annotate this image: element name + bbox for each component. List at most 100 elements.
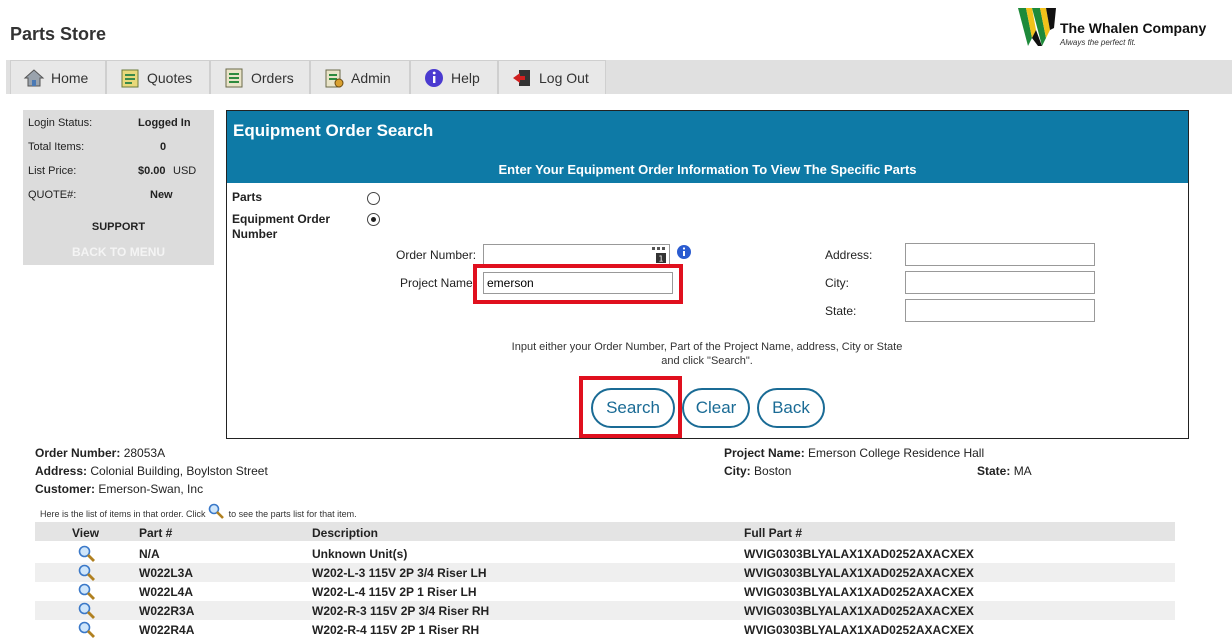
nav-help-label: Help	[451, 69, 480, 86]
option-parts-radio[interactable]	[367, 192, 380, 205]
order-items-note: Here is the list of items in that order.…	[40, 503, 357, 519]
equipment-order-search-panel: Equipment Order Search Enter Your Equipm…	[226, 110, 1189, 439]
view-item-icon[interactable]	[78, 583, 96, 600]
city-info-label: City:	[724, 464, 751, 478]
table-row: W022L4A W202-L-4 115V 2P 1 Riser LH WVIG…	[35, 582, 1175, 601]
city-label: City:	[825, 276, 849, 290]
state-label: State:	[825, 304, 857, 318]
view-item-icon[interactable]	[78, 545, 96, 562]
row-description: W202-L-4 115V 2P 1 Riser LH	[312, 585, 477, 599]
nav-logout-label: Log Out	[539, 69, 589, 86]
total-items-value: 0	[160, 141, 167, 153]
address-info: Address: Colonial Building, Boylston Str…	[35, 464, 268, 478]
nav-help[interactable]: Help	[410, 60, 498, 94]
info-icon[interactable]	[676, 244, 692, 260]
nav-quotes-label: Quotes	[147, 69, 193, 86]
option-equipment-label: Equipment Order Number	[232, 212, 331, 241]
nav-quotes[interactable]: Quotes	[106, 60, 210, 94]
total-items-row: Total Items: 0	[28, 141, 209, 157]
nav-home[interactable]: Home	[10, 60, 106, 94]
clear-button[interactable]: Clear	[682, 388, 750, 428]
login-status-row: Login Status: Logged In	[28, 117, 209, 133]
nav-home-label: Home	[51, 69, 89, 86]
whalen-logo-icon	[1018, 8, 1056, 46]
total-items-label: Total Items:	[28, 141, 85, 153]
panel-title: Equipment Order Search	[233, 121, 434, 140]
city-info-value: Boston	[754, 464, 792, 478]
order-number-input[interactable]	[483, 244, 670, 265]
option-parts-label: Parts	[232, 190, 263, 204]
back-button[interactable]: Back	[757, 388, 825, 428]
quote-value: New	[150, 189, 173, 201]
address-label: Address:	[825, 248, 873, 262]
home-icon	[23, 68, 45, 86]
search-hint-line2: and click "Search".	[661, 355, 753, 367]
panel-header: Equipment Order Search Enter Your Equipm…	[227, 111, 1188, 183]
quotes-icon	[121, 69, 139, 87]
row-part: W022L4A	[139, 585, 194, 599]
project-name-info: Project Name: Emerson College Residence …	[724, 446, 984, 460]
row-description: Unknown Unit(s)	[312, 547, 408, 561]
svg-text:1: 1	[658, 255, 663, 264]
city-input[interactable]	[905, 271, 1095, 294]
order-items-note-before: Here is the list of items in that order.…	[40, 509, 206, 519]
orders-icon	[225, 68, 243, 87]
quote-label: QUOTE#:	[28, 189, 77, 201]
order-number-lookup-icon[interactable]: 1	[651, 246, 667, 264]
back-to-menu-link[interactable]: BACK TO MENU	[23, 245, 214, 259]
nav-orders-label: Orders	[251, 69, 294, 86]
list-price-row: List Price: $0.00 USD	[28, 165, 209, 181]
row-description: W202-R-4 115V 2P 1 Riser RH	[312, 623, 480, 637]
row-part: W022R4A	[139, 623, 195, 637]
table-row: N/A Unknown Unit(s) WVIG0303BLYALAX1XAD0…	[35, 544, 1175, 563]
main-navbar: Home Quotes Orders Admin Help Log Out	[6, 60, 1232, 94]
table-row: W022L3A W202-L-3 115V 2P 3/4 Riser LH WV…	[35, 563, 1175, 582]
state-info-value: MA	[1013, 464, 1032, 478]
header-view: View	[72, 526, 100, 540]
row-description: W202-L-3 115V 2P 3/4 Riser LH	[312, 566, 487, 580]
account-sidebar: Login Status: Logged In Total Items: 0 L…	[23, 110, 214, 265]
page-title: Parts Store	[10, 24, 107, 44]
logout-icon	[513, 69, 530, 86]
order-items-note-after: to see the parts list for that item.	[228, 509, 357, 519]
list-price-value: $0.00	[138, 165, 166, 177]
order-number-info-value: 28053A	[123, 446, 166, 460]
company-tagline: Always the perfect fit.	[1060, 38, 1137, 47]
nav-admin[interactable]: Admin	[310, 60, 410, 94]
search-hint-line1: Input either your Order Number, Part of …	[511, 341, 903, 353]
order-number-info-label: Order Number:	[35, 446, 121, 460]
search-button[interactable]: Search	[591, 388, 675, 428]
support-link[interactable]: SUPPORT	[23, 221, 214, 233]
project-name-info-value: Emerson College Residence Hall	[808, 446, 985, 460]
company-logo: The Whalen Company Always the perfect fi…	[1018, 8, 1208, 48]
address-input[interactable]	[905, 243, 1095, 266]
view-item-icon[interactable]	[78, 602, 96, 619]
address-info-value: Colonial Building, Boylston Street	[90, 464, 268, 478]
state-input[interactable]	[905, 299, 1095, 322]
nav-orders[interactable]: Orders	[210, 60, 310, 94]
company-name: The Whalen Company	[1060, 20, 1207, 36]
project-name-info-label: Project Name:	[724, 446, 805, 460]
login-status-value: Logged In	[138, 117, 191, 129]
row-full-part: WVIG0303BLYALAX1XAD0252AXACXEX	[744, 547, 974, 561]
order-number-label: Order Number:	[396, 248, 477, 262]
header-description: Description	[312, 526, 379, 540]
magnifier-icon	[208, 503, 224, 519]
view-item-icon[interactable]	[78, 564, 96, 581]
order-number-info: Order Number: 28053A	[35, 446, 165, 460]
state-info: State: MA	[977, 464, 1032, 478]
help-icon	[425, 68, 443, 87]
nav-logout[interactable]: Log Out	[498, 60, 606, 94]
customer-info-label: Customer:	[35, 482, 96, 496]
nav-admin-label: Admin	[351, 69, 391, 86]
table-header-row: View Part # Description Full Part #	[35, 522, 1175, 541]
city-info: City: Boston	[724, 464, 791, 478]
project-name-input[interactable]	[483, 272, 673, 294]
option-equipment-radio[interactable]	[367, 213, 380, 226]
table-row: W022R3A W202-R-3 115V 2P 3/4 Riser RH WV…	[35, 601, 1175, 620]
list-price-label: List Price:	[28, 165, 77, 177]
project-name-label: Project Name	[400, 276, 473, 290]
view-item-icon[interactable]	[78, 621, 96, 638]
row-full-part: WVIG0303BLYALAX1XAD0252AXACXEX	[744, 623, 974, 637]
panel-subtitle: Enter Your Equipment Order Information T…	[498, 162, 917, 177]
